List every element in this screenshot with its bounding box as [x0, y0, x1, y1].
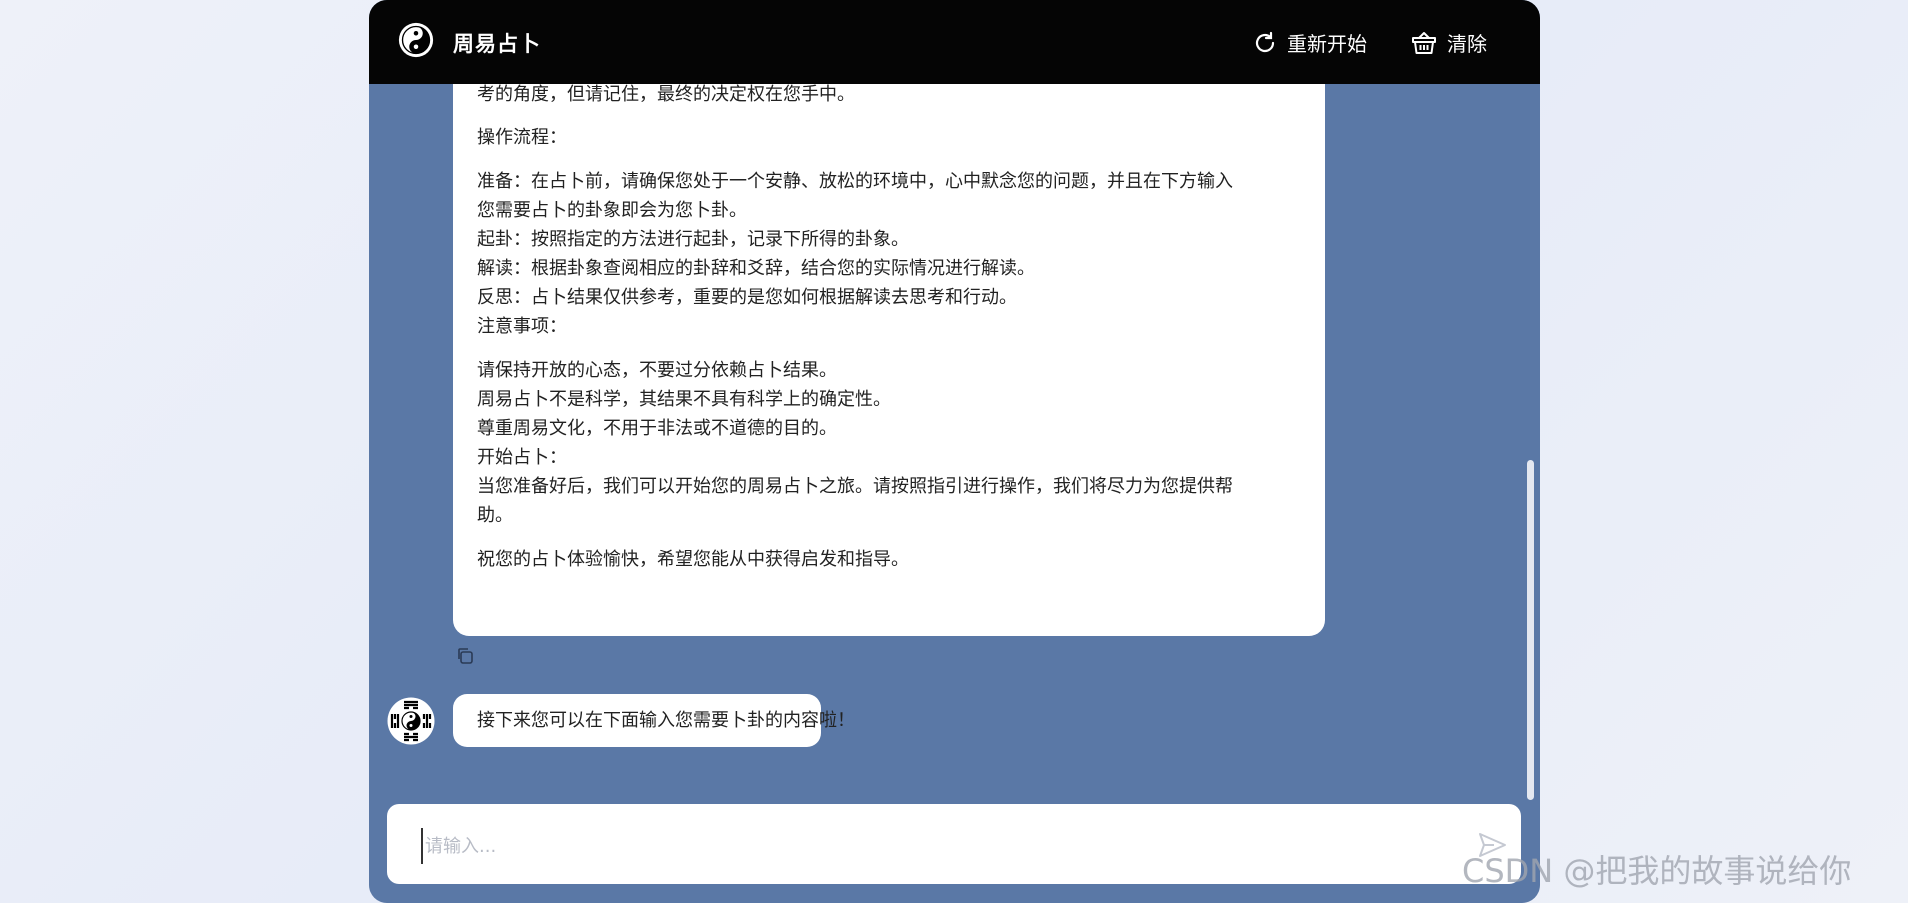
clear-label: 清除	[1447, 32, 1487, 56]
message-line: 尊重周易文化，不用于非法或不道德的目的。	[477, 418, 837, 439]
message-line: 考的角度，但请记住，最终的决定权在您手中。	[477, 84, 855, 105]
message-line: 反思：占卜结果仅供参考，重要的是您如何根据解读去思考和行动。	[477, 287, 1017, 308]
clear-button[interactable]: 清除	[1411, 28, 1487, 57]
message-line: 助。	[477, 505, 513, 526]
basket-icon	[1412, 31, 1436, 54]
message-line: 周易占卜不是科学，其结果不具有科学上的确定性。	[477, 389, 891, 410]
restart-button[interactable]: 重新开始	[1253, 28, 1367, 57]
scrollbar[interactable]	[1527, 460, 1534, 800]
assistant-message-instructions: 考的角度，但请记住，最终的决定权在您手中。 操作流程： 准备：在占卜前，请确保您…	[453, 84, 1325, 636]
refresh-icon	[1255, 31, 1275, 52]
message-line: 注意事项：	[477, 316, 567, 337]
composer	[387, 804, 1521, 884]
chat-window: 周易占卜 重新开始 清除 考的角度，但请记住，最终的决定权在您手中。 操作流程：…	[369, 0, 1540, 903]
message-line: 解读：根据卦象查阅相应的卦辞和爻辞，结合您的实际情况进行解读。	[477, 258, 1035, 279]
app-title: 周易占卜	[453, 32, 541, 56]
assistant-message-prompt: 接下来您可以在下面输入您需要卜卦的内容啦！	[453, 694, 855, 747]
message-line: 当您准备好后，我们可以开始您的周易占卜之旅。请按照指引进行操作，我们将尽力为您提…	[477, 476, 1233, 497]
message-line: 起卦：按照指定的方法进行起卦，记录下所得的卦象。	[477, 229, 909, 250]
message-input[interactable]	[421, 828, 1447, 864]
message-line: 开始占卜：	[477, 447, 567, 468]
restart-label: 重新开始	[1287, 32, 1367, 56]
message-line: 准备：在占卜前，请确保您处于一个安静、放松的环境中，心中默念您的问题，并且在下方…	[477, 171, 1233, 192]
yin-yang-icon	[398, 22, 434, 58]
message-list: 考的角度，但请记住，最终的决定权在您手中。 操作流程： 准备：在占卜前，请确保您…	[369, 84, 1540, 790]
watermark: CSDN @把我的故事说给你	[1462, 852, 1852, 890]
copy-icon[interactable]	[455, 646, 475, 666]
message-line: 请保持开放的心态，不要过分依赖占卜结果。	[477, 360, 837, 381]
app-header: 周易占卜 重新开始 清除	[369, 0, 1540, 84]
message-line: 您需要占卜的卦象即会为您卜卦。	[477, 200, 747, 221]
message-line: 祝您的占卜体验愉快，希望您能从中获得启发和指导。	[477, 549, 909, 570]
message-line: 操作流程：	[477, 127, 567, 148]
bagua-avatar	[387, 697, 435, 745]
